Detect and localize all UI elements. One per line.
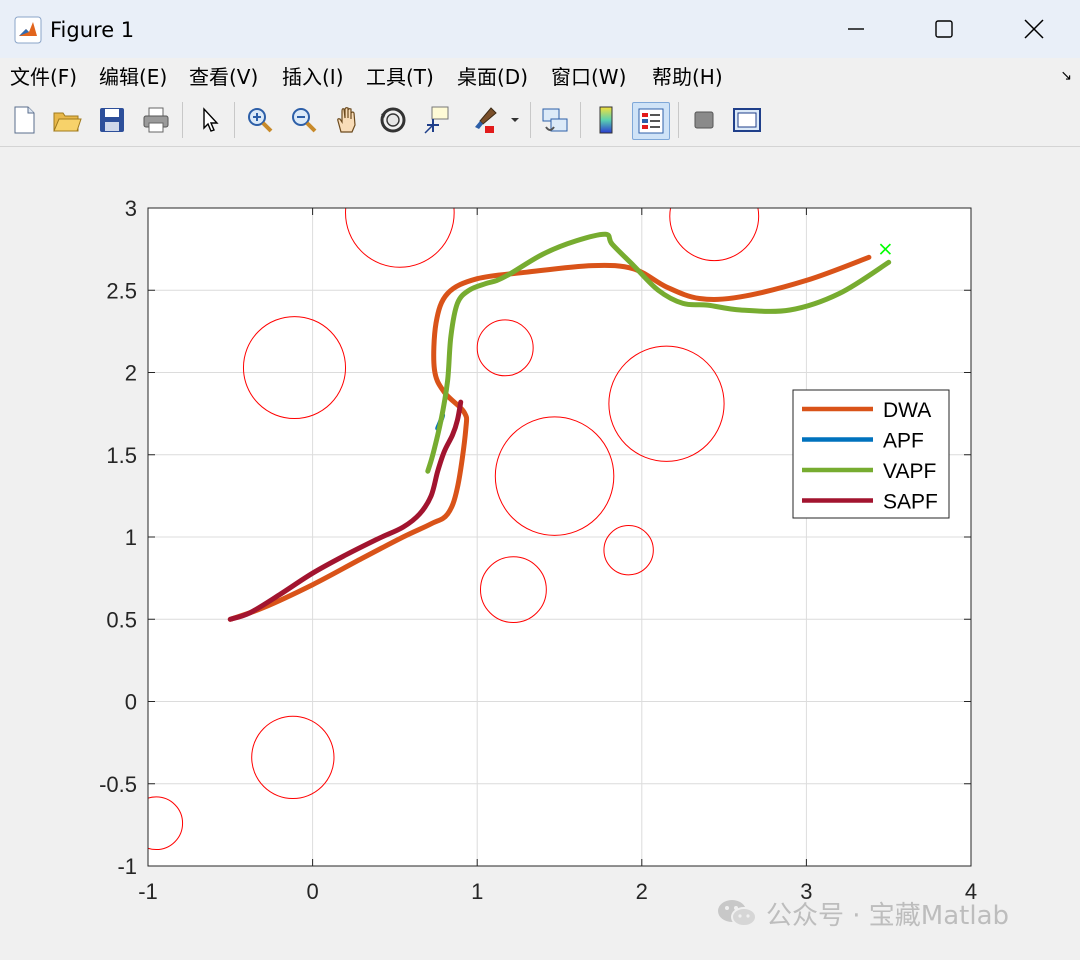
figure-window: Figure 1 文件(F) 编辑(E) 查看(V) 插入(I) 工具(T) 桌… (0, 0, 1080, 956)
insert-legend-button[interactable] (632, 102, 670, 140)
y-tick-label: 1.5 (106, 443, 137, 468)
menu-view[interactable]: 查看(V) (189, 63, 258, 91)
rotate-3d-icon (380, 107, 406, 133)
y-tick-label: 0.5 (106, 607, 137, 632)
figure-canvas[interactable]: -1 0 1 2 3 4 -1 -0.5 0 0.5 1 1.5 2 2.5 3 DWA APF VAPF SAP… (0, 147, 1080, 956)
x-tick-label: 2 (636, 879, 648, 904)
y-tick-label: 3 (125, 196, 137, 221)
legend-icon (638, 108, 664, 134)
y-tick-label: 1 (125, 525, 137, 550)
show-plot-tools-icon (733, 108, 761, 132)
save-button[interactable] (94, 102, 130, 138)
hide-plot-tools-icon (694, 111, 714, 129)
zoom-in-icon (248, 108, 273, 133)
show-plot-tools-button[interactable] (729, 102, 765, 138)
open-file-icon (53, 112, 82, 132)
pan-button[interactable] (330, 102, 366, 138)
matlab-icon (14, 16, 42, 44)
maximize-button[interactable] (900, 0, 988, 58)
menu-tools[interactable]: 工具(T) (366, 63, 434, 91)
brush-dropdown[interactable] (504, 102, 526, 138)
close-button[interactable] (990, 0, 1078, 58)
toolbar-separator (678, 102, 679, 138)
zoom-in-button[interactable] (242, 102, 278, 138)
print-icon (143, 107, 169, 133)
hide-plot-tools-button[interactable] (686, 102, 722, 138)
watermark-text: 公众号 · 宝藏Matlab (766, 900, 1010, 931)
window-title: Figure 1 (50, 18, 135, 42)
menu-desktop[interactable]: 桌面(D) (457, 63, 528, 91)
data-cursor-button[interactable] (420, 102, 456, 138)
menu-file[interactable]: 文件(F) (10, 63, 77, 91)
save-icon (100, 108, 124, 132)
minimize-icon (848, 28, 864, 30)
maximize-icon (935, 20, 953, 38)
y-tick-label: 0 (125, 690, 137, 715)
menu-insert[interactable]: 插入(I) (282, 63, 344, 91)
toolbar-separator (234, 102, 235, 138)
link-plot-button[interactable] (537, 102, 573, 138)
x-tick-label: 0 (306, 879, 318, 904)
title-bar[interactable]: Figure 1 (0, 0, 1080, 58)
open-file-button[interactable] (49, 102, 85, 138)
plot-axes[interactable]: -1 0 1 2 3 4-1-0.500.511.522.53 DWAAPFVAPFSAP… (0, 147, 1080, 956)
print-button[interactable] (138, 102, 174, 138)
menu-edit[interactable]: 编辑(E) (99, 63, 167, 91)
menu-window[interactable]: 窗口(W) (551, 63, 626, 91)
zoom-out-icon (292, 108, 317, 133)
new-figure-button[interactable] (6, 102, 42, 138)
colorbar-icon (599, 106, 613, 134)
brush-button[interactable] (466, 102, 502, 138)
new-figure-icon (14, 106, 35, 134)
x-tick-label: -1 (138, 879, 158, 904)
rotate-3d-button[interactable] (375, 102, 411, 138)
toolbar-separator (580, 102, 581, 138)
expand-toolbar-icon[interactable]: ↘ (1060, 68, 1072, 84)
close-icon (1024, 19, 1044, 39)
legend-label-sapf: SAPF (883, 491, 938, 514)
data-cursor-icon (424, 106, 449, 134)
chevron-down-icon (511, 118, 519, 122)
watermark: 公众号 · 宝藏Matlab (716, 897, 1010, 931)
legend-label-apf: APF (883, 430, 924, 453)
minimize-button[interactable] (812, 0, 900, 58)
brush-icon (475, 107, 497, 133)
wechat-icon (718, 900, 757, 927)
y-tick-label: 2.5 (106, 278, 137, 303)
menu-help[interactable]: 帮助(H) (652, 63, 723, 91)
zoom-out-button[interactable] (286, 102, 322, 138)
insert-colorbar-button[interactable] (588, 102, 624, 138)
y-tick-label: -0.5 (99, 772, 137, 797)
y-tick-label: 2 (125, 361, 137, 386)
pan-hand-icon (337, 107, 356, 133)
legend-label-dwa: DWA (883, 399, 931, 422)
x-tick-label: 1 (471, 879, 483, 904)
pointer-button[interactable] (192, 102, 228, 138)
pointer-icon (203, 107, 219, 132)
legend-label-vapf: VAPF (883, 460, 936, 483)
toolbar-separator (182, 102, 183, 138)
y-tick-label: -1 (117, 854, 137, 879)
menu-bar: 文件(F) 编辑(E) 查看(V) 插入(I) 工具(T) 桌面(D) 窗口(W… (0, 58, 1080, 96)
link-plot-icon (542, 108, 568, 132)
figure-toolbar (0, 96, 1080, 147)
toolbar-separator (530, 102, 531, 138)
